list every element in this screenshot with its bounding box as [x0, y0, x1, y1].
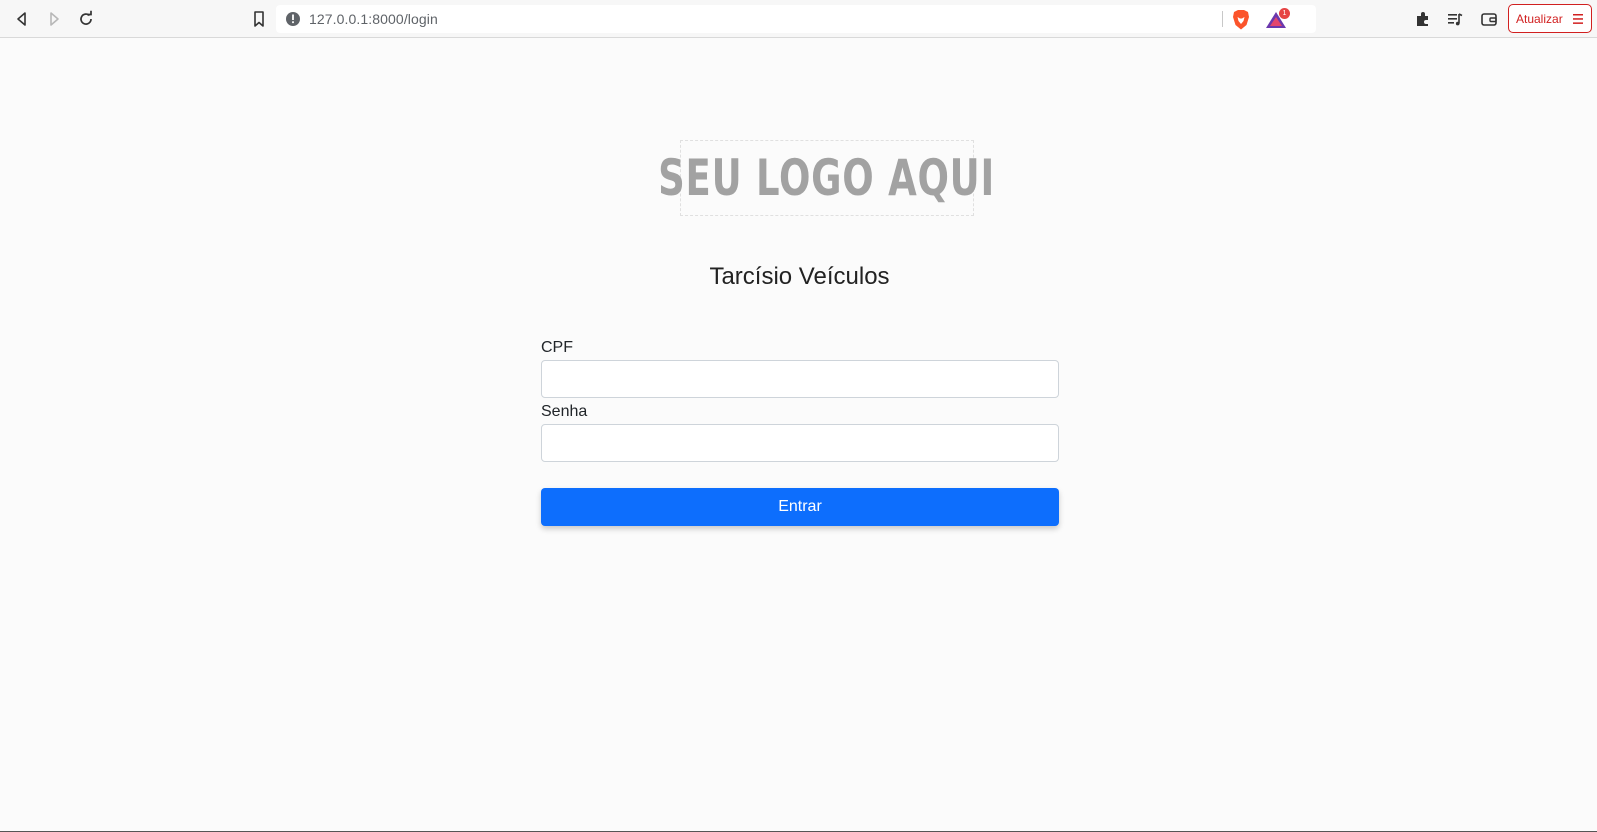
forward-icon[interactable] — [44, 9, 64, 29]
bookmark-icon[interactable] — [249, 9, 269, 29]
browser-toolbar: 127.0.0.1:8000/login 1 Atualizar — [0, 0, 1597, 38]
wallet-icon[interactable] — [1479, 9, 1499, 29]
brave-shields-icon[interactable] — [1231, 9, 1251, 31]
password-input[interactable] — [541, 424, 1059, 462]
login-form: CPF Senha Entrar — [541, 338, 1059, 526]
address-divider — [1222, 11, 1223, 27]
logo-placeholder: SEU LOGO AQUI — [659, 140, 995, 216]
info-icon[interactable] — [285, 11, 301, 27]
playlist-icon[interactable] — [1445, 9, 1465, 29]
update-button[interactable]: Atualizar — [1508, 4, 1592, 33]
reload-icon[interactable] — [76, 9, 96, 29]
page-title: Tarcísio Veículos — [709, 263, 890, 290]
brave-rewards-icon[interactable]: 1 — [1264, 8, 1290, 30]
url-text[interactable]: 127.0.0.1:8000/login — [309, 11, 438, 27]
cpf-label: CPF — [541, 339, 573, 356]
password-label: Senha — [541, 403, 588, 420]
login-button[interactable]: Entrar — [541, 488, 1059, 526]
logo-text: SEU LOGO AQUI — [658, 149, 996, 207]
menu-icon — [1573, 14, 1583, 24]
cpf-input[interactable] — [541, 360, 1059, 398]
rewards-badge: 1 — [1279, 8, 1290, 19]
extensions-icon[interactable] — [1413, 9, 1433, 29]
address-bar[interactable]: 127.0.0.1:8000/login 1 — [276, 5, 1316, 33]
back-icon[interactable] — [12, 9, 32, 29]
update-label: Atualizar — [1516, 11, 1563, 26]
